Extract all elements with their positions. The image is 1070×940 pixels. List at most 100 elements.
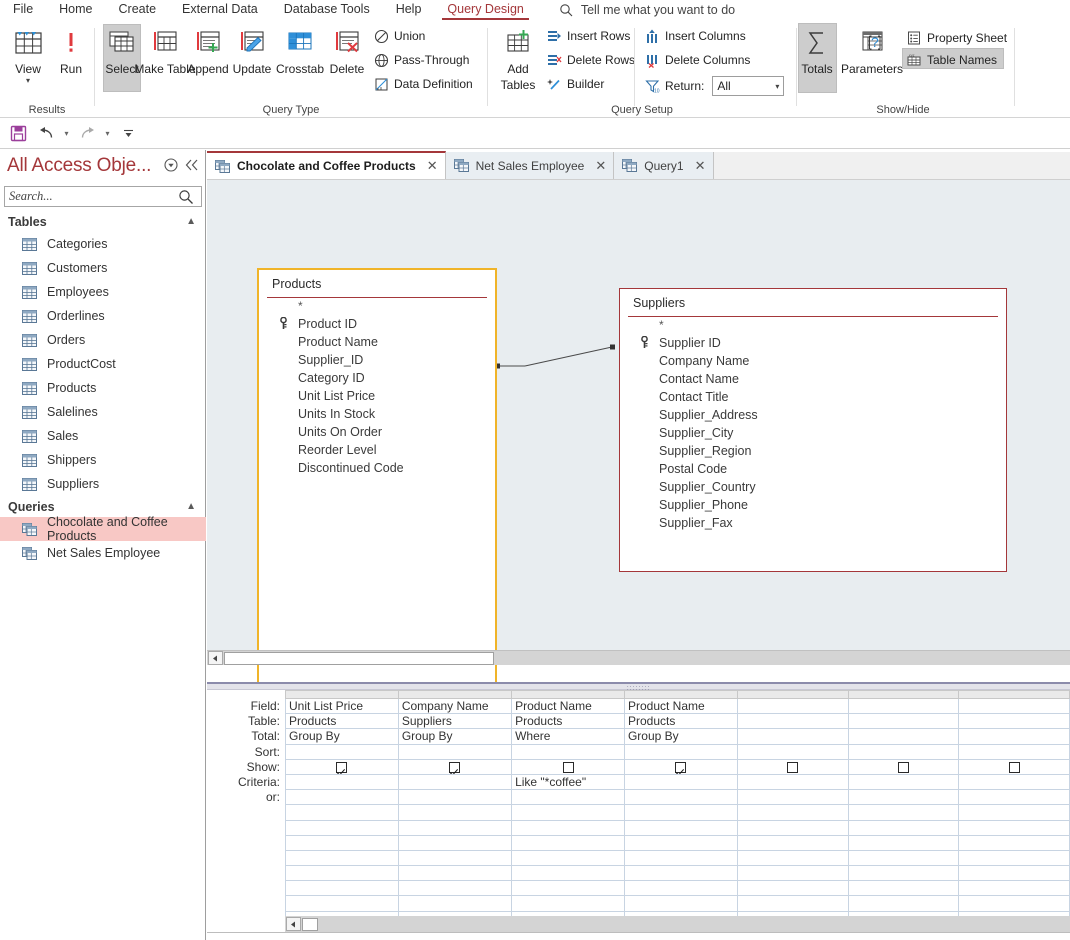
nav-dropdown-icon[interactable] (164, 157, 178, 175)
query-grid-show-cell[interactable] (623, 758, 738, 775)
query-design-grid[interactable]: Field: Table: Total: Sort: Show: Criteria: or:… (207, 690, 1070, 940)
design-field-star[interactable]: * (259, 298, 495, 315)
query-grid-total-cell[interactable]: Where (511, 728, 625, 745)
scroll-left-arrow-icon[interactable] (208, 651, 223, 665)
design-field-company-name[interactable]: Company Name (620, 352, 1006, 370)
query-grid-empty-cell[interactable] (397, 880, 513, 897)
query-grid-empty-cell[interactable] (285, 804, 399, 821)
property-sheet-button[interactable]: Property Sheet (906, 30, 1007, 46)
query-grid-empty-cell[interactable] (511, 895, 625, 912)
builder-button[interactable]: Builder (546, 76, 604, 92)
ribbon-tab-query-design[interactable]: Query Design (434, 0, 536, 20)
nav-item-orderlines[interactable]: Orderlines (0, 304, 206, 328)
query-grid-show-cell[interactable] (285, 758, 399, 775)
query-grid-column-selector[interactable] (847, 690, 960, 699)
query-grid-or-cell[interactable] (958, 789, 1070, 806)
query-grid-criteria-cell[interactable] (847, 773, 960, 791)
design-field-discontinued-code[interactable]: Discontinued Code (259, 459, 495, 477)
query-grid-table-cell[interactable]: Suppliers (397, 713, 513, 730)
design-field-reorder-level[interactable]: Reorder Level (259, 441, 495, 459)
query-grid-criteria-cell[interactable] (623, 773, 738, 791)
append-button[interactable]: Append (186, 26, 230, 76)
query-grid-column-selector[interactable] (958, 690, 1070, 699)
nav-item-sales[interactable]: Sales (0, 424, 206, 448)
checkbox-unchecked[interactable] (787, 762, 799, 774)
design-field-contact-title[interactable]: Contact Title (620, 388, 1006, 406)
query-grid-criteria-cell[interactable] (397, 773, 513, 791)
checkbox-unchecked[interactable] (562, 762, 574, 774)
tell-me-search[interactable]: Tell me what you want to do (537, 3, 735, 18)
query-grid-empty-cell[interactable] (847, 849, 960, 867)
query-grid-field-cell[interactable] (736, 697, 849, 715)
nav-item-salelines[interactable]: Salelines (0, 400, 206, 424)
query-grid-table-cell[interactable] (958, 713, 1070, 730)
query-grid-empty-cell[interactable] (736, 819, 849, 836)
query-grid-table-cell[interactable] (736, 713, 849, 730)
insert-rows-button[interactable]: Insert Rows (546, 28, 630, 44)
design-field-supplier-id[interactable]: Supplier_ID (259, 351, 495, 369)
query-grid-column-selector-row[interactable] (285, 690, 1070, 699)
shutter-bar-collapse-icon[interactable] (185, 159, 199, 174)
query-grid-sort-cell[interactable] (958, 743, 1070, 760)
query-grid-empty-cell[interactable] (511, 834, 625, 851)
query-grid-empty-cell[interactable] (736, 804, 849, 821)
query-grid-criteria-cell[interactable]: Like "*coffee" (511, 773, 625, 791)
query-grid-horizontal-scrollbar[interactable] (285, 916, 1070, 932)
ribbon-tab-file[interactable]: File (0, 0, 46, 20)
design-field-product-name[interactable]: Product Name (259, 333, 495, 351)
query-grid-empty-cell[interactable] (847, 804, 960, 821)
query-grid-empty-cell[interactable] (847, 865, 960, 882)
query-grid-empty-cell[interactable] (397, 804, 513, 821)
nav-item-categories[interactable]: Categories (0, 232, 206, 256)
query-grid-empty-cell[interactable] (511, 849, 625, 867)
parameters-button[interactable]: ? Parameters (841, 26, 903, 76)
query-grid-total-cell[interactable] (847, 728, 960, 745)
scroll-left-arrow-icon[interactable] (286, 917, 301, 931)
chevron-up-icon[interactable]: ▲ (186, 216, 206, 227)
nav-item-productcost[interactable]: ProductCost (0, 352, 206, 376)
query-design-canvas[interactable]: Products * Product ID Product Name Supplie… (207, 180, 1070, 686)
crosstab-button[interactable]: Crosstab (274, 26, 326, 76)
chevron-down-icon[interactable]: ▾ (26, 76, 30, 85)
query-grid-total-cell[interactable]: Group By (397, 728, 513, 745)
design-field-supplier-phone[interactable]: Supplier_Phone (620, 496, 1006, 514)
query-grid-total-cell[interactable]: Group By (623, 728, 738, 745)
totals-button[interactable]: Totals (793, 26, 841, 76)
scrollbar-thumb[interactable] (224, 651, 494, 665)
query-grid-or-cell[interactable] (623, 789, 738, 806)
query-grid-empty-cell[interactable] (623, 804, 738, 821)
query-grid-empty-cell[interactable] (958, 819, 1070, 836)
query-grid-show-cell[interactable] (847, 758, 960, 775)
query-grid-empty-cell[interactable] (623, 819, 738, 836)
query-grid-empty-cell[interactable] (847, 819, 960, 836)
query-grid-field-cell[interactable]: Company Name (397, 697, 513, 715)
query-grid-sort-cell[interactable] (847, 743, 960, 760)
nav-group-tables[interactable]: Tables ▲ (0, 211, 206, 232)
pass-through-button[interactable]: Pass-Through (373, 52, 469, 68)
query-grid-column-selector[interactable] (511, 690, 625, 699)
close-icon[interactable]: ✕ (695, 158, 706, 174)
checkbox-unchecked[interactable] (897, 762, 909, 774)
query-grid-empty-cell[interactable] (285, 895, 399, 912)
redo-dropdown-icon[interactable]: ▾ (102, 122, 113, 146)
query-grid-empty-cell[interactable] (623, 834, 738, 851)
query-grid-empty-cell[interactable] (736, 895, 849, 912)
data-definition-button[interactable]: Data Definition (373, 76, 473, 92)
query-grid-show-cell[interactable] (736, 758, 849, 775)
query-grid-empty-cell[interactable] (736, 865, 849, 882)
nav-item-orders[interactable]: Orders (0, 328, 206, 352)
design-field-units-in-stock[interactable]: Units In Stock (259, 405, 495, 423)
nav-item-shippers[interactable]: Shippers (0, 448, 206, 472)
delete-query-button[interactable]: Delete (326, 26, 368, 76)
undo-dropdown-icon[interactable]: ▾ (61, 122, 72, 146)
query-grid-empty-cell[interactable] (958, 895, 1070, 912)
query-grid-sort-cell[interactable] (736, 743, 849, 760)
query-grid-empty-cell[interactable] (511, 880, 625, 897)
query-grid-or-cell[interactable] (847, 789, 960, 806)
document-tab-chocolate-and-coffee-products[interactable]: Chocolate and Coffee Products ✕ (207, 151, 446, 179)
query-grid-or-cell[interactable] (736, 789, 849, 806)
add-tables-button[interactable]: Add Tables (494, 26, 542, 92)
design-field-unit-list-price[interactable]: Unit List Price (259, 387, 495, 405)
query-grid-column-selector[interactable] (623, 690, 738, 699)
save-button[interactable] (5, 122, 31, 146)
